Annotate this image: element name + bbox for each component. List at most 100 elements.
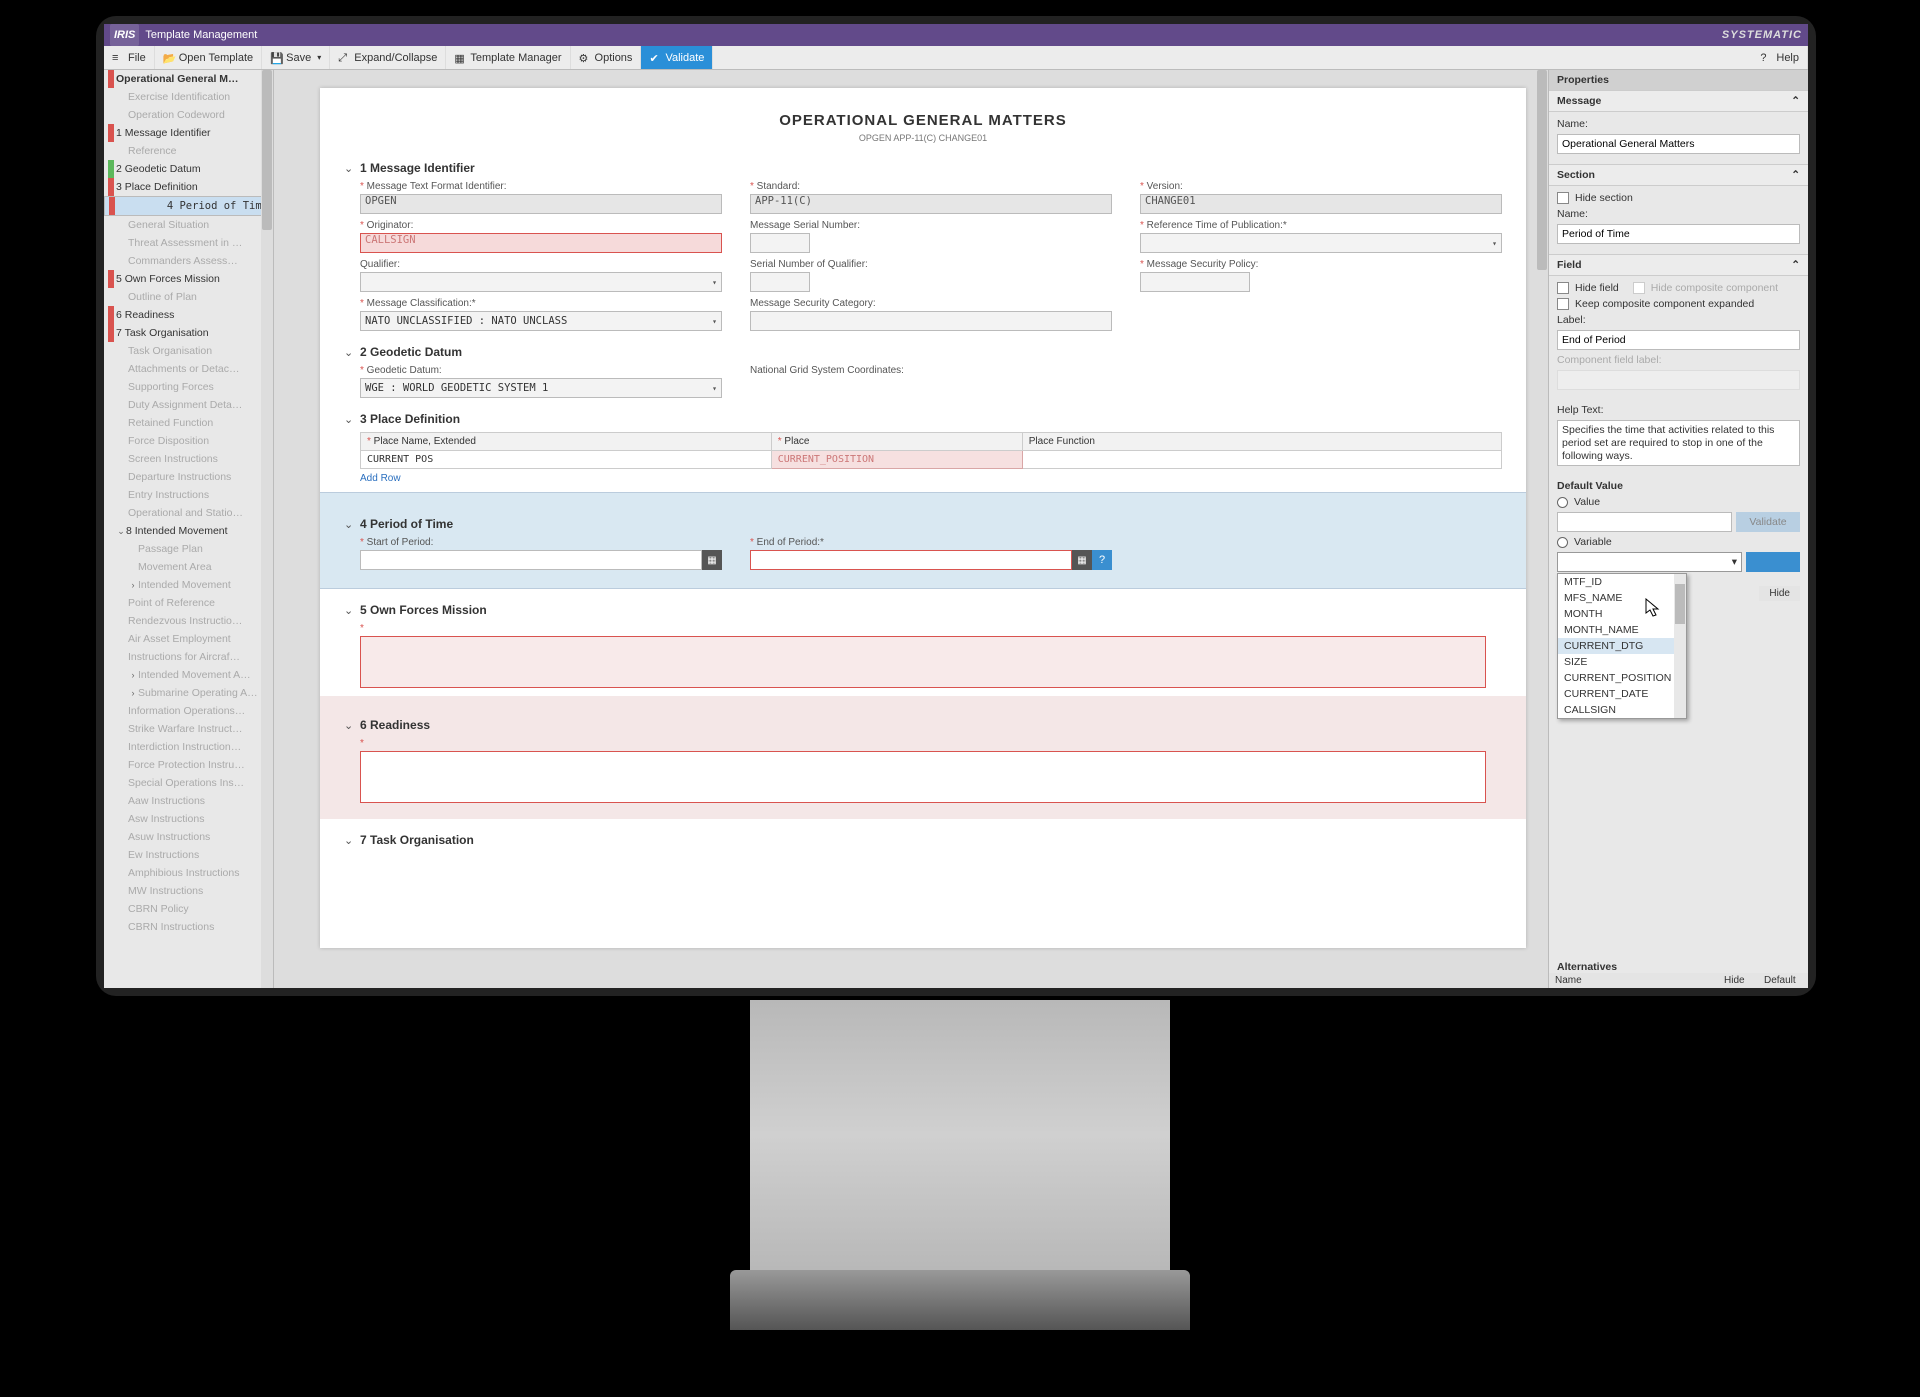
editor-scrollbar[interactable] xyxy=(1536,70,1548,988)
tree-item[interactable]: Duty Assignment Deta… xyxy=(104,396,273,414)
tree-item[interactable]: Strike Warfare Instruct… xyxy=(104,720,273,738)
hide-field-checkbox[interactable]: Hide field xyxy=(1557,282,1619,294)
add-row-link[interactable]: Add Row xyxy=(360,473,401,484)
tree-item[interactable]: 4 Period of Time xyxy=(104,196,273,216)
help-icon[interactable]: ? xyxy=(1092,550,1112,570)
calendar-icon[interactable]: ▦ xyxy=(1072,550,1092,570)
tree-item[interactable]: Retained Function xyxy=(104,414,273,432)
tree-item[interactable]: Passage Plan xyxy=(104,540,273,558)
tree-item[interactable]: 1 Message Identifier xyxy=(104,124,273,142)
default-value-input[interactable] xyxy=(1557,512,1732,532)
originator-input[interactable]: CALLSIGN xyxy=(360,233,722,253)
tree-item[interactable]: Asw Instructions xyxy=(104,810,273,828)
tree-item[interactable]: Entry Instructions xyxy=(104,486,273,504)
section-4-toggle[interactable]: ⌄ xyxy=(344,518,360,531)
tree-item[interactable]: Reference xyxy=(104,142,273,160)
expand-collapse-button[interactable]: ⤢ Expand/Collapse xyxy=(330,46,446,69)
tree-scrollbar[interactable] xyxy=(261,70,273,988)
dropdown-option[interactable]: MFS_NAME xyxy=(1558,590,1686,606)
tree-item[interactable]: Amphibious Instructions xyxy=(104,864,273,882)
dropdown-option[interactable]: MTF_ID xyxy=(1558,574,1686,590)
tree-item[interactable]: ›Submarine Operating A… xyxy=(104,684,273,702)
section-6-toggle[interactable]: ⌄ xyxy=(344,719,360,732)
tree-item[interactable]: Exercise Identification xyxy=(104,88,273,106)
value-radio[interactable]: Value xyxy=(1557,496,1800,508)
dropdown-option[interactable]: CURRENT_POSITION xyxy=(1558,670,1686,686)
tree-item[interactable]: Movement Area xyxy=(104,558,273,576)
tree-item[interactable]: ⌄8 Intended Movement xyxy=(104,522,273,540)
tree-item[interactable]: Attachments or Detac… xyxy=(104,360,273,378)
tree-item[interactable]: CBRN Instructions xyxy=(104,918,273,936)
tree-item[interactable]: Rendezvous Instructio… xyxy=(104,612,273,630)
variable-apply-button[interactable] xyxy=(1746,552,1800,572)
tree-item[interactable]: Special Operations Ins… xyxy=(104,774,273,792)
tree-item[interactable]: Operational and Statio… xyxy=(104,504,273,522)
tree-item[interactable]: 3 Place Definition xyxy=(104,178,273,196)
dropdown-option[interactable]: CURRENT_DATE xyxy=(1558,686,1686,702)
dropdown-scrollbar[interactable] xyxy=(1674,574,1686,718)
tree-item[interactable]: Departure Instructions xyxy=(104,468,273,486)
tree-item[interactable]: Instructions for Aircraf… xyxy=(104,648,273,666)
tree-item[interactable]: Outline of Plan xyxy=(104,288,273,306)
tree-item[interactable]: Threat Assessment in … xyxy=(104,234,273,252)
dropdown-option[interactable]: MONTH xyxy=(1558,606,1686,622)
tree-item[interactable]: MW Instructions xyxy=(104,882,273,900)
field-label-input[interactable] xyxy=(1557,330,1800,350)
readiness-textarea[interactable] xyxy=(360,751,1486,803)
help-text-area[interactable]: Specifies the time that activities relat… xyxy=(1557,420,1800,466)
tree-item[interactable]: Asuw Instructions xyxy=(104,828,273,846)
end-of-period-input[interactable] xyxy=(750,550,1072,570)
tree-item[interactable]: Force Protection Instru… xyxy=(104,756,273,774)
section-5-toggle[interactable]: ⌄ xyxy=(344,604,360,617)
start-of-period-input[interactable] xyxy=(360,550,702,570)
snq-input[interactable] xyxy=(750,272,810,292)
own-forces-mission-textarea[interactable] xyxy=(360,636,1486,688)
tree-item[interactable]: Commanders Assess… xyxy=(104,252,273,270)
file-menu[interactable]: ≡ File xyxy=(104,46,155,69)
tree-item[interactable]: CBRN Policy xyxy=(104,900,273,918)
tree-item[interactable]: Information Operations… xyxy=(104,702,273,720)
calendar-icon[interactable]: ▦ xyxy=(702,550,722,570)
rtp-select[interactable]: ▾ xyxy=(1140,233,1502,253)
keep-expanded-checkbox[interactable]: Keep composite component expanded xyxy=(1557,298,1800,310)
hide-section-checkbox[interactable]: Hide section xyxy=(1557,192,1800,204)
open-template-button[interactable]: 📂 Open Template xyxy=(155,46,262,69)
tree-item[interactable]: Task Organisation xyxy=(104,342,273,360)
tree-item[interactable]: Point of Reference xyxy=(104,594,273,612)
place-name-cell[interactable]: CURRENT POS xyxy=(361,451,772,469)
message-name-input[interactable] xyxy=(1557,134,1800,154)
tree-item[interactable]: Air Asset Employment xyxy=(104,630,273,648)
classification-select[interactable]: NATO UNCLASSIFIED : NATO UNCLASS▾ xyxy=(360,311,722,331)
tree-item[interactable]: Operation Codeword xyxy=(104,106,273,124)
dropdown-option[interactable]: CALLSIGN xyxy=(1558,702,1686,718)
variable-radio[interactable]: Variable xyxy=(1557,536,1800,548)
tree-item[interactable]: Supporting Forces xyxy=(104,378,273,396)
tree-item[interactable]: 2 Geodetic Datum xyxy=(104,160,273,178)
tree-item[interactable]: Aaw Instructions xyxy=(104,792,273,810)
field-section-header[interactable]: Field ⌃ xyxy=(1549,254,1808,276)
tree-item[interactable]: Screen Instructions xyxy=(104,450,273,468)
tree-item[interactable]: 6 Readiness xyxy=(104,306,273,324)
msc-input[interactable] xyxy=(750,311,1112,331)
tree-item[interactable]: Operational General M… xyxy=(104,70,273,88)
tree-item[interactable]: 5 Own Forces Mission xyxy=(104,270,273,288)
tree-item[interactable]: ›Intended Movement A… xyxy=(104,666,273,684)
section-section-header[interactable]: Section ⌃ xyxy=(1549,164,1808,186)
section-2-toggle[interactable]: ⌄ xyxy=(344,346,360,359)
hide-button[interactable]: Hide xyxy=(1759,586,1800,601)
msn-input[interactable] xyxy=(750,233,810,253)
section-3-toggle[interactable]: ⌄ xyxy=(344,413,360,426)
template-manager-button[interactable]: ▦ Template Manager xyxy=(446,46,570,69)
variable-select[interactable]: ▾ MTF_IDMFS_NAMEMONTHMONTH_NAMECURRENT_D… xyxy=(1557,552,1742,572)
dropdown-option[interactable]: MONTH_NAME xyxy=(1558,622,1686,638)
tree-item[interactable]: 7 Task Organisation xyxy=(104,324,273,342)
place-function-cell[interactable] xyxy=(1022,451,1501,469)
qualifier-select[interactable]: ▾ xyxy=(360,272,722,292)
section-7-toggle[interactable]: ⌄ xyxy=(344,834,360,847)
dropdown-option[interactable]: SIZE xyxy=(1558,654,1686,670)
tree-item[interactable]: Ew Instructions xyxy=(104,846,273,864)
msp-input[interactable] xyxy=(1140,272,1250,292)
tree-item[interactable]: Interdiction Instruction… xyxy=(104,738,273,756)
tree-item[interactable]: ›Intended Movement xyxy=(104,576,273,594)
validate-value-button[interactable]: Validate xyxy=(1736,512,1800,532)
